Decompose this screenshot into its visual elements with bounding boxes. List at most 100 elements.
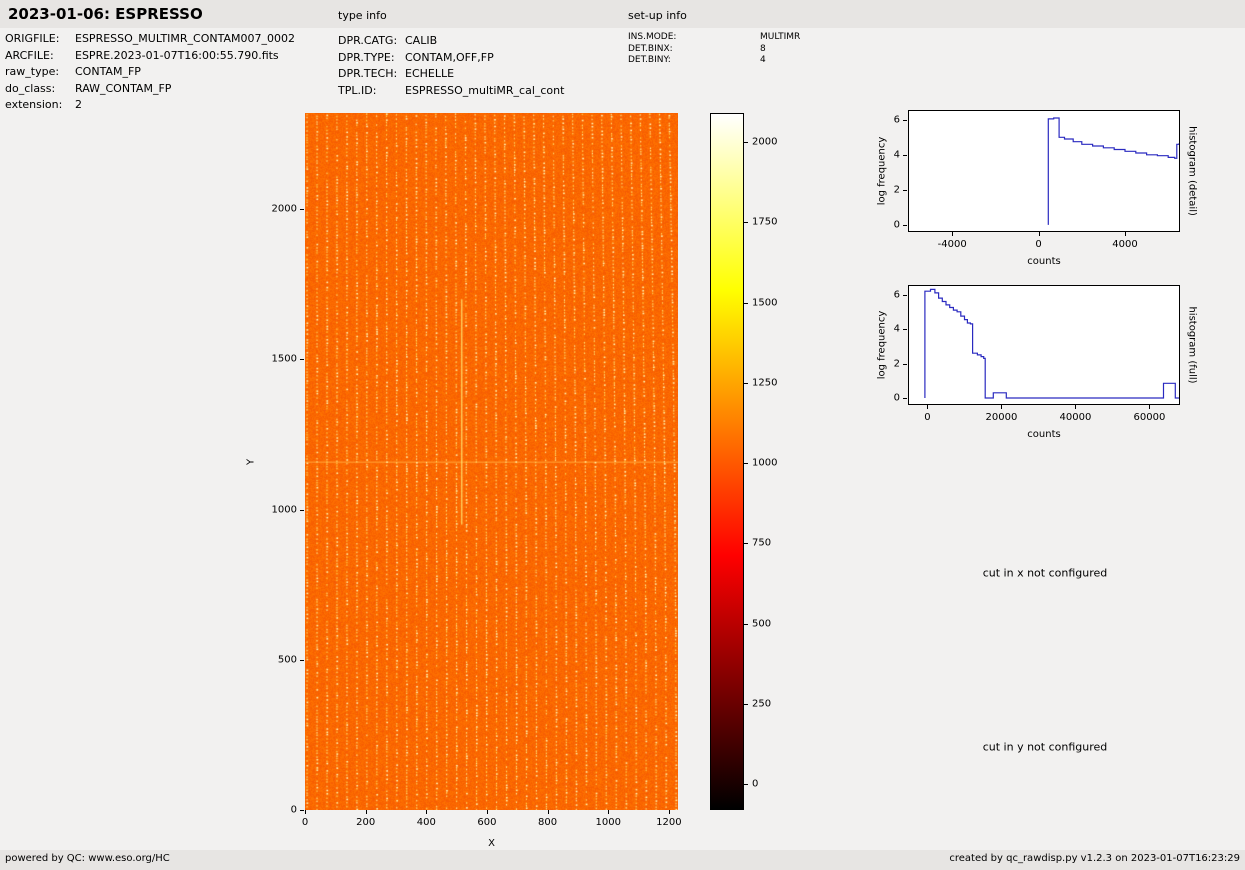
cut-y-note: cut in y not configured: [982, 740, 1108, 754]
footer-created-by: created by qc_rawdisp.py v1.2.3 on 2023-…: [949, 853, 1240, 864]
y-axis-title: log frequency: [876, 136, 888, 206]
tick-label: 1000: [271, 504, 297, 516]
x-tick-mark: [486, 810, 488, 814]
x-tick-mark: [365, 810, 367, 814]
y-tick-mark: [300, 209, 304, 211]
metadata-label: ORIGFILE:: [5, 32, 60, 45]
x-tick-mark: [547, 810, 549, 814]
metadata-label: DET.BINX:: [628, 43, 673, 54]
tick-label: 2: [893, 184, 900, 196]
histogram_full-plot-area: [908, 285, 1180, 405]
y-tick-mark: [903, 329, 907, 331]
x-axis-title: counts: [1027, 256, 1061, 267]
qc-report-page: 2023-01-06: ESPRESSO type info set-up in…: [0, 0, 1245, 870]
y-tick-mark: [903, 363, 907, 365]
x-tick-mark: [608, 810, 610, 814]
metadata-row: TPL.ID: ESPRESSO_multiMR_cal_cont: [338, 83, 564, 100]
x-tick-mark: [952, 232, 954, 236]
tick-label: 250: [752, 698, 772, 710]
tick-label: 750: [752, 537, 772, 549]
tick-label: 1500: [752, 297, 778, 308]
colorbar-tick-mark: [744, 704, 748, 705]
colorbar-tick-mark: [744, 382, 748, 384]
metadata-label: DPR.TYPE:: [338, 50, 395, 64]
x-tick-mark: [927, 405, 929, 409]
y-tick-mark: [903, 224, 907, 226]
tick-label: 400: [416, 817, 436, 828]
x-tick-mark: [1038, 232, 1040, 236]
colorbar-tick-mark: [744, 623, 748, 625]
right-axis-title: histogram (detail): [1186, 126, 1198, 216]
metadata-row: raw_type: CONTAM_FP: [5, 64, 295, 81]
metadata-value: ESPRESSO_MULTIMR_CONTAM007_0002: [75, 32, 295, 45]
metadata-label: DPR.CATG:: [338, 34, 398, 47]
tick-label: 0: [924, 412, 931, 423]
metadata-value: CONTAM_FP: [75, 65, 141, 78]
tick-label: 0: [290, 804, 297, 816]
tick-label: 0: [893, 219, 900, 231]
y-tick-mark: [903, 189, 907, 191]
tick-label: 600: [477, 817, 497, 828]
y-tick-mark: [300, 659, 304, 661]
tick-label: 500: [277, 654, 297, 666]
metadata-row: DET.BINX: 8: [628, 44, 800, 56]
colorbar-tick-mark: [744, 222, 748, 224]
tick-label: 2: [893, 358, 900, 370]
tick-label: 2000: [752, 136, 778, 148]
tick-label: 20000: [985, 412, 1018, 423]
metadata-row: INS.MODE: MULTIMR: [628, 32, 800, 44]
footer-bar: powered by QC: www.eso.org/HC created by…: [0, 850, 1245, 870]
right-axis-title: histogram (full): [1186, 306, 1198, 384]
tick-label: 4: [893, 149, 900, 161]
colorbar-tick-mark: [744, 543, 748, 545]
metadata-label: raw_type:: [5, 65, 60, 78]
tick-label: 1200: [656, 817, 682, 828]
histogram_detail-plot-area: [908, 110, 1180, 232]
colorbar-tick-mark: [744, 784, 748, 786]
setup-info-metadata-block: INS.MODE: MULTIMR DET.BINX: 8 DET.BINY: 4: [628, 32, 800, 67]
histogram_full-line: [924, 288, 1179, 399]
tick-label: 0: [893, 392, 900, 404]
metadata-value: 2: [75, 98, 82, 111]
page-title: 2023-01-06: ESPRESSO: [8, 5, 203, 23]
metadata-value: CALIB: [405, 34, 438, 47]
x-tick-mark: [668, 810, 670, 814]
tick-label: 2000: [271, 203, 297, 215]
x-tick-mark: [426, 810, 428, 814]
metadata-value: MULTIMR: [760, 32, 801, 42]
tick-label: 4: [893, 323, 900, 335]
tick-label: 1750: [752, 216, 778, 228]
metadata-value: ESPRE.2023-01-07T16:00:55.790.fits: [75, 48, 279, 62]
metadata-label: DET.BINY:: [628, 55, 671, 65]
metadata-row: DET.BINY: 4: [628, 55, 800, 67]
histogram_detail-line: [1047, 117, 1179, 225]
y-tick-mark: [300, 509, 304, 511]
cut-x-note: cut in x not configured: [982, 566, 1108, 580]
tick-label: 0: [752, 778, 759, 790]
metadata-row: DPR.TYPE: CONTAM,OFF,FP: [338, 50, 564, 67]
metadata-row: DPR.CATG: CALIB: [338, 33, 564, 50]
metadata-value: CONTAM,OFF,FP: [405, 50, 494, 64]
metadata-value: 8: [760, 43, 766, 54]
x-axis-title: counts: [1027, 429, 1061, 440]
y-tick-mark: [903, 119, 907, 121]
x-axis-title: X: [488, 838, 495, 849]
y-axis-title: Y: [245, 458, 257, 465]
tick-label: 500: [752, 618, 772, 630]
y-tick-mark: [300, 359, 304, 361]
tick-label: 0: [301, 817, 309, 828]
tick-label: 4000: [1112, 239, 1138, 250]
x-tick-mark: [1001, 405, 1003, 409]
raw-frame-image: [305, 113, 678, 810]
y-tick-mark: [903, 397, 907, 399]
metadata-row: ORIGFILE: ESPRESSO_MULTIMR_CONTAM007_0002: [5, 31, 295, 48]
footer-powered-by: powered by QC: www.eso.org/HC: [5, 853, 170, 864]
metadata-row: DPR.TECH: ECHELLE: [338, 66, 564, 83]
metadata-value: 4: [760, 55, 766, 65]
tick-label: -4000: [937, 239, 967, 250]
metadata-label: DPR.TECH:: [338, 67, 398, 80]
metadata-value: ECHELLE: [405, 67, 455, 80]
tick-label: 800: [538, 817, 558, 828]
metadata-label: do_class:: [5, 81, 56, 95]
colorbar-tick-mark: [744, 302, 748, 304]
